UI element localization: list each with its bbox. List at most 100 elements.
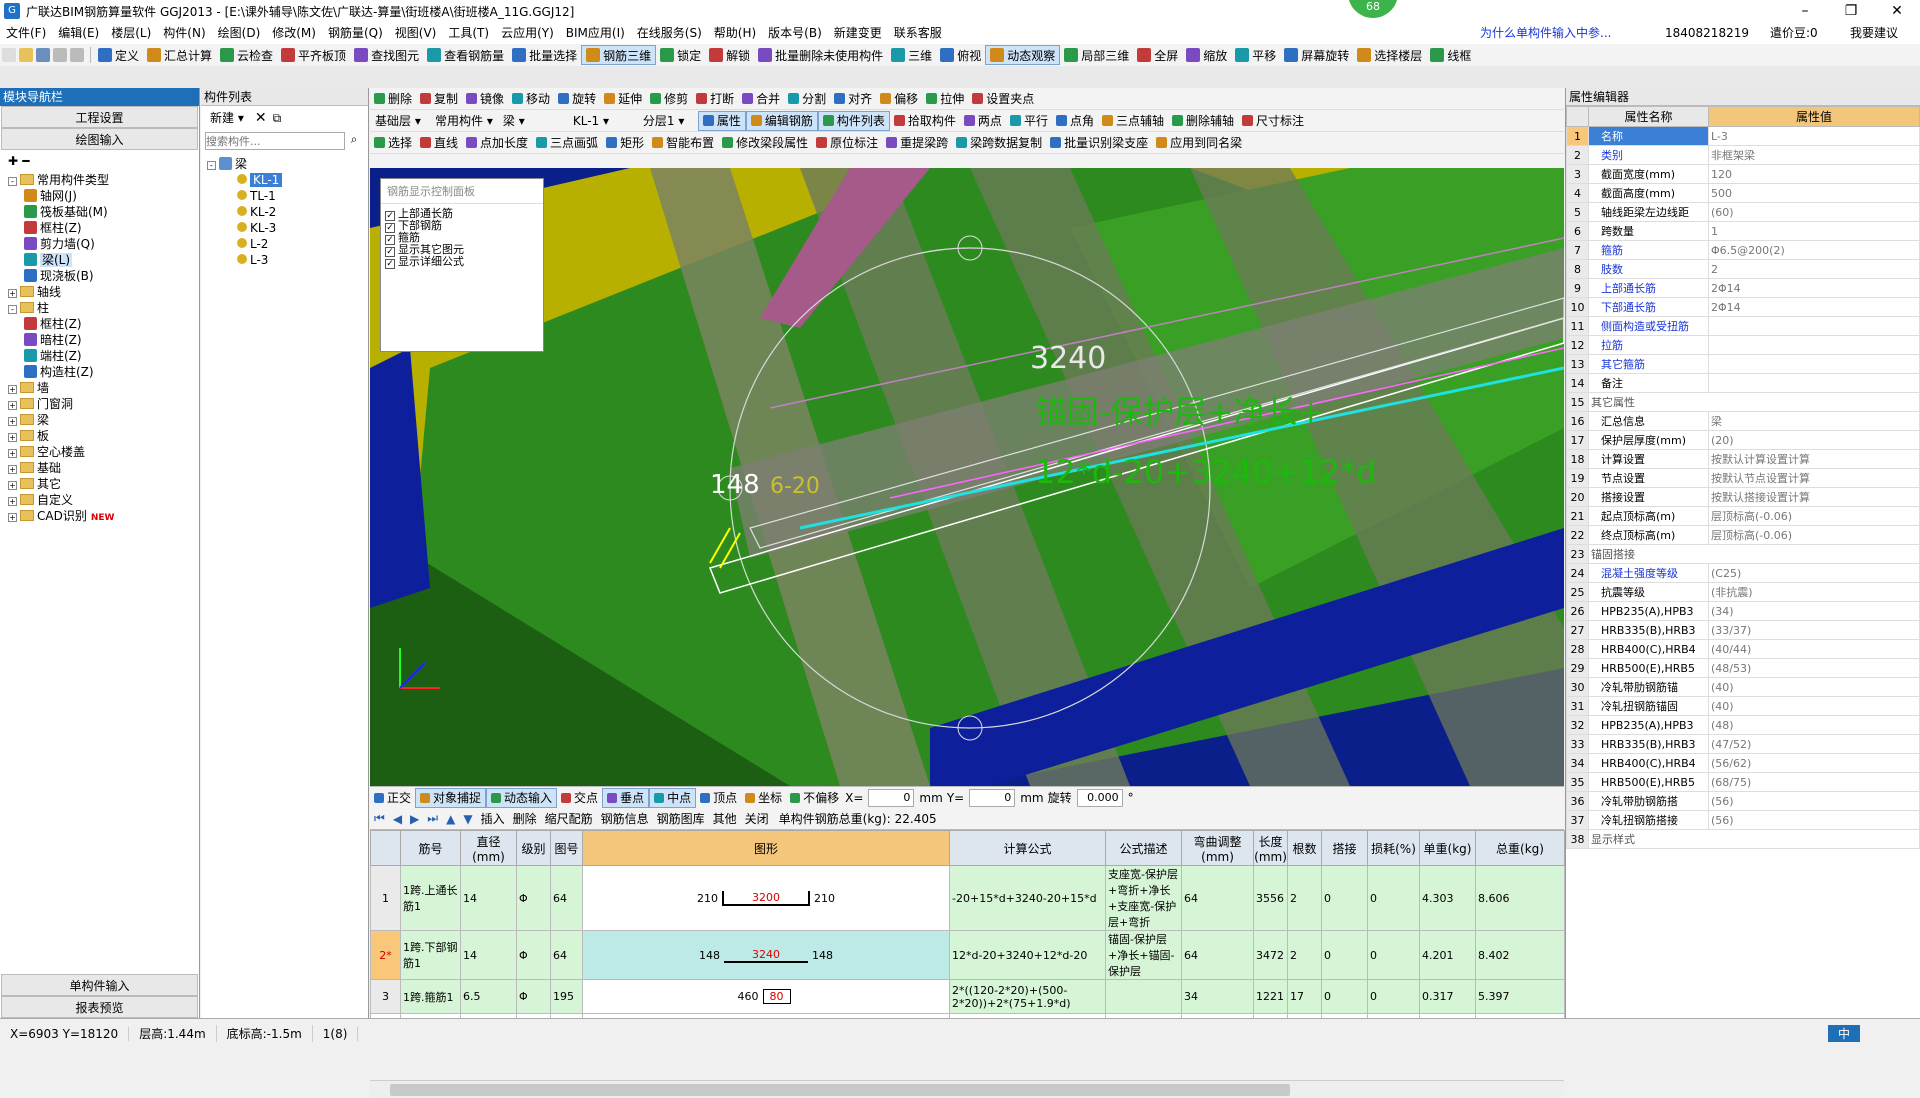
menu-item-11[interactable]: 在线服务(S) (631, 22, 708, 44)
property-row[interactable]: 12 拉筋 (1566, 335, 1920, 355)
nav-last-icon[interactable]: ⏭ (423, 809, 442, 829)
property-row[interactable]: 24 混凝土强度等级 (C25) (1566, 563, 1920, 583)
property-row[interactable]: 28 HRB400(C),HRB4 (40/44) (1566, 639, 1920, 659)
maximize-button[interactable]: ❐ (1828, 0, 1874, 22)
property-row[interactable]: 27 HRB335(B),HRB3 (33/37) (1566, 620, 1920, 640)
property-row[interactable]: 30 冷轧带肋钢筋锚 (40) (1566, 677, 1920, 697)
menu-right-beans[interactable]: 遣价豆:0 (1770, 22, 1818, 44)
menu-item-3[interactable]: 构件(N) (157, 22, 211, 44)
menu-right-question[interactable]: 为什么单构件输入中参... (1480, 22, 1611, 44)
new-file-icon[interactable] (2, 48, 16, 62)
property-value[interactable]: 按默认计算设置计算 (1708, 449, 1920, 469)
tool-btn-7[interactable]: 打断 (692, 89, 738, 109)
property-row[interactable]: 25 抗震等级 (非抗震) (1566, 582, 1920, 602)
grid-tool-btn-3[interactable]: 钢筋信息 (597, 809, 653, 829)
rebar-lap[interactable]: 0 (1321, 930, 1369, 980)
property-row[interactable]: 8 肢数 2 (1566, 259, 1920, 279)
rebar-formula-desc[interactable]: 锚固-保护层+净长+锚固-保护层 (1105, 930, 1183, 980)
toolbar-btn-11[interactable]: 三维 (887, 45, 936, 65)
checkbox[interactable]: ✓ (385, 259, 395, 269)
rebar-grade[interactable]: Φ (516, 979, 551, 1014)
x-input[interactable]: 0 (868, 788, 915, 807)
comp-tool-btn-2[interactable]: 构件列表 (817, 110, 890, 131)
property-value[interactable]: (56) (1708, 791, 1920, 811)
rebar-diameter[interactable]: 6.5 (460, 979, 517, 1014)
property-row[interactable]: 33 HRB335(B),HRB3 (47/52) (1566, 734, 1920, 754)
redo-icon[interactable] (70, 48, 84, 62)
selector-type[interactable]: 常用构件 ▾ (430, 112, 498, 130)
horizontal-scrollbar[interactable] (370, 1080, 1564, 1098)
property-value[interactable]: (C25) (1708, 563, 1920, 583)
menu-item-5[interactable]: 修改(M) (266, 22, 322, 44)
bend-adjust[interactable]: 64 (1181, 865, 1255, 931)
rebar-shape[interactable]: 210 3200 210 (581, 865, 951, 931)
rebar-grade[interactable]: Φ (516, 930, 551, 980)
tool-btn-3[interactable]: 移动 (508, 89, 554, 109)
snap-btn-8[interactable]: 不偏移 (786, 788, 843, 808)
comp-tool-btn-0[interactable]: 属性 (697, 110, 746, 131)
property-row[interactable]: 17 保护层厚度(mm) (20) (1566, 430, 1920, 450)
menu-right-wish[interactable]: 我要建议 (1850, 22, 1898, 44)
rebar-count[interactable]: 2 (1287, 865, 1323, 931)
collapse-icon[interactable]: - (8, 177, 17, 186)
selector-cat[interactable]: 梁 ▾ (498, 112, 568, 130)
comp-tool-btn-3[interactable]: 拾取构件 (890, 111, 960, 131)
component-item[interactable]: KL-2 (207, 204, 368, 220)
toolbar-btn-13[interactable]: 动态观察 (985, 45, 1061, 65)
bend-adjust[interactable]: 34 (1181, 979, 1255, 1014)
menu-item-2[interactable]: 楼层(L) (105, 22, 157, 44)
property-row[interactable]: 38 显示样式 (1566, 829, 1920, 849)
property-value[interactable]: 2Φ14 (1708, 278, 1920, 298)
tool-btn-0[interactable]: 选择 (370, 133, 416, 153)
rebar-count[interactable]: 2 (1287, 930, 1323, 980)
tool-btn-7[interactable]: 原位标注 (812, 133, 882, 153)
row-number[interactable]: 2* (370, 930, 401, 980)
property-value[interactable]: (40/44) (1708, 639, 1920, 659)
rebar-shape[interactable]: 148 3240 148 (581, 930, 951, 980)
nav-tree-item[interactable]: 筏板基础(M) (8, 204, 199, 220)
tool-btn-8[interactable]: 合并 (738, 89, 784, 109)
property-row[interactable]: 6 跨数量 1 (1566, 221, 1920, 241)
property-row[interactable]: 37 冷轧扭钢筋搭接 (56) (1566, 810, 1920, 830)
rebar-diameter[interactable]: 14 (460, 930, 517, 980)
toolbar-btn-17[interactable]: 平移 (1231, 45, 1280, 65)
report-preview-button[interactable]: 报表预览 (1, 996, 198, 1018)
tool-btn-6[interactable]: 修改梁段属性 (718, 133, 812, 153)
rebar-name[interactable]: 1跨.箍筋1 (400, 979, 461, 1014)
rebar-lap[interactable]: 0 (1321, 979, 1369, 1014)
property-row[interactable]: 16 汇总信息梁 (1566, 411, 1920, 431)
nav-tree-item[interactable]: 端柱(Z) (8, 348, 199, 364)
delete-icon[interactable]: ✕ (255, 110, 267, 126)
tool-btn-4[interactable]: 矩形 (602, 133, 648, 153)
toolbar-btn-10[interactable]: 批量删除未使用构件 (754, 45, 887, 65)
rebar-figure-no[interactable]: 195 (550, 979, 583, 1014)
tool-btn-0[interactable]: 删除 (370, 89, 416, 109)
rebar-row[interactable]: 1 1跨.上通长筋1 14 Φ 64 210 3200 210 -20+15*d+3240-20… (370, 865, 1566, 931)
nav-tree-item[interactable]: + 基础 (8, 460, 199, 476)
snap-btn-5[interactable]: 中点 (649, 787, 697, 808)
menu-item-10[interactable]: BIM应用(I) (560, 22, 631, 44)
rebar-formula[interactable]: -20+15*d+3240-20+15*d (949, 865, 1107, 931)
rebar-formula-desc[interactable]: 支座宽-保护层+弯折+净长+支座宽-保护层+弯折 (1105, 865, 1183, 931)
property-value[interactable]: 1 (1708, 221, 1920, 241)
toolbar-btn-8[interactable]: 锁定 (656, 45, 705, 65)
rebar-length[interactable]: 3472 (1253, 930, 1289, 980)
nav-tree-item[interactable]: 框柱(Z) (8, 316, 199, 332)
nav-tree-item[interactable]: + 自定义 (8, 492, 199, 508)
rebar-formula[interactable]: 2*((120-2*20)+(500-2*20))+2*(75+1.9*d) (949, 979, 1107, 1014)
menu-item-6[interactable]: 钢筋量(Q) (322, 22, 389, 44)
menu-item-12[interactable]: 帮助(H) (708, 22, 762, 44)
tool-btn-4[interactable]: 旋转 (554, 89, 600, 109)
property-row[interactable]: 4 截面高度(mm) 500 (1566, 183, 1920, 203)
snap-btn-2[interactable]: 动态输入 (486, 787, 558, 808)
rebar-name[interactable]: 1跨.下部钢筋1 (400, 930, 461, 980)
expand-icon[interactable]: + (8, 513, 17, 522)
property-row[interactable]: 10 下部通长筋 2Φ14 (1566, 297, 1920, 317)
property-value[interactable]: (非抗震) (1708, 582, 1920, 602)
rebar-loss[interactable]: 0 (1367, 930, 1421, 980)
toolbar-btn-15[interactable]: 全屏 (1133, 45, 1182, 65)
rotate-input[interactable]: 0.000 (1076, 788, 1123, 807)
rebar-row[interactable]: 3 1跨.箍筋1 6.5 Φ 195 460 80 2*((120-2*20)+(500-2*… (370, 979, 1566, 1014)
ime-indicator[interactable]: 中 (1827, 1025, 1860, 1042)
menu-item-1[interactable]: 编辑(E) (52, 22, 105, 44)
